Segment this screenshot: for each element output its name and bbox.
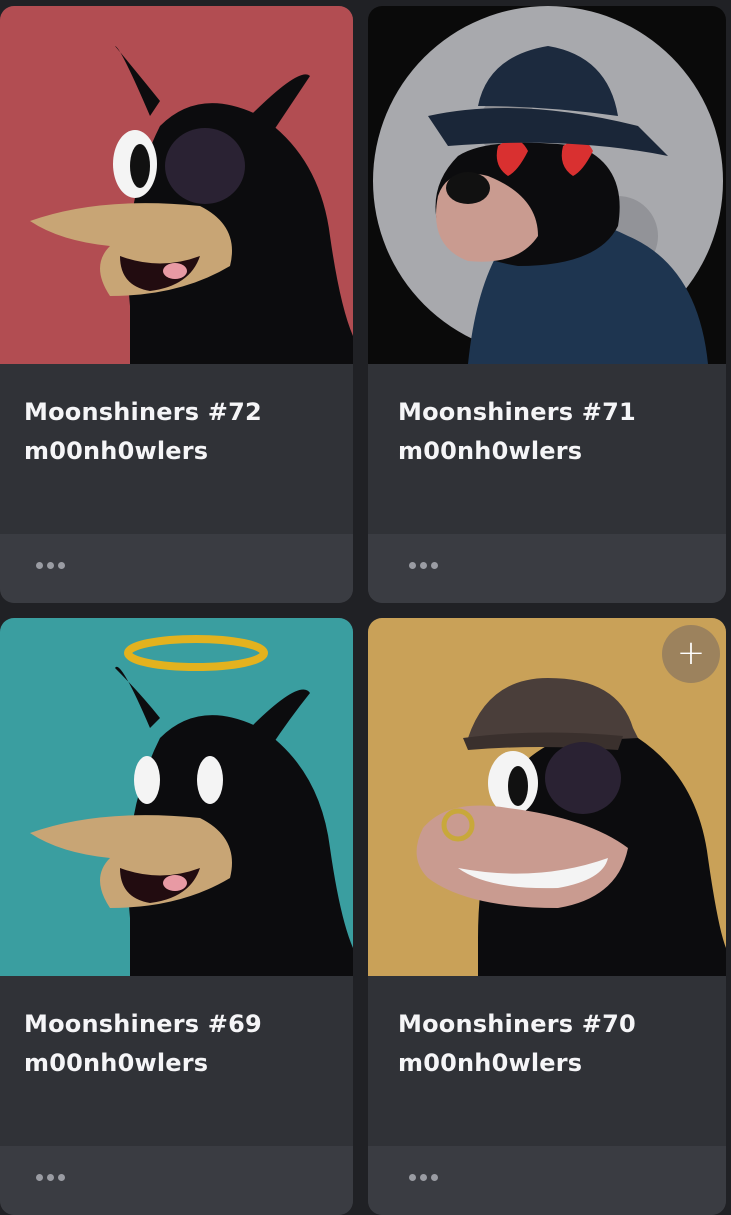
nft-title[interactable]: Moonshiners #71 [398, 398, 636, 426]
more-dots-icon[interactable] [409, 562, 438, 569]
nft-image[interactable] [0, 6, 353, 364]
nft-title[interactable]: Moonshiners #70 [398, 1010, 636, 1038]
add-button[interactable]: + [662, 625, 720, 683]
nft-collection[interactable]: m00nh0wlers [398, 437, 582, 465]
nft-collection[interactable]: m00nh0wlers [24, 1049, 208, 1077]
nft-info: Moonshiners #70 m00nh0wlers [368, 976, 726, 1146]
card-footer [0, 534, 353, 603]
nft-grid: Moonshiners #72 m00nh0wlers Moonshiners … [0, 6, 731, 1215]
nft-info: Moonshiners #69 m00nh0wlers [0, 976, 353, 1146]
nft-image[interactable] [0, 618, 353, 976]
nft-info: Moonshiners #71 m00nh0wlers [368, 364, 726, 534]
nft-collection[interactable]: m00nh0wlers [398, 1049, 582, 1077]
nft-title[interactable]: Moonshiners #69 [24, 1010, 262, 1038]
nft-card[interactable]: Moonshiners #71 m00nh0wlers [368, 6, 726, 603]
card-footer [368, 1146, 726, 1215]
nft-info: Moonshiners #72 m00nh0wlers [0, 364, 353, 534]
more-dots-icon[interactable] [36, 1174, 65, 1181]
card-footer [0, 1146, 353, 1215]
more-dots-icon[interactable] [409, 1174, 438, 1181]
nft-image[interactable] [368, 6, 726, 364]
nft-title[interactable]: Moonshiners #72 [24, 398, 262, 426]
nft-collection[interactable]: m00nh0wlers [24, 437, 208, 465]
nft-card[interactable]: Moonshiners #69 m00nh0wlers [0, 618, 353, 1215]
nft-card[interactable]: + Moonshiners #70 m00nh0wlers [368, 618, 726, 1215]
nft-card[interactable]: Moonshiners #72 m00nh0wlers [0, 6, 353, 603]
card-footer [368, 534, 726, 603]
more-dots-icon[interactable] [36, 562, 65, 569]
